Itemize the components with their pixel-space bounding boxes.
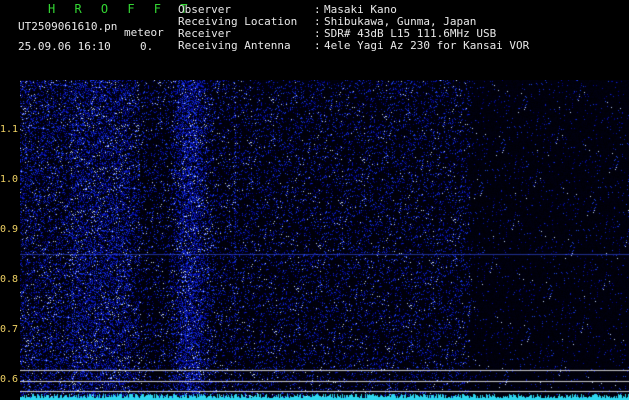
y-tick-label: 0.8 xyxy=(0,274,19,285)
y-tick-label: 1.0 xyxy=(0,174,19,185)
timestamp: 25.09.06 16:10 xyxy=(18,40,111,53)
meta-value: 4ele Yagi Az 230 for Kansai VOR xyxy=(324,39,530,52)
y-tick-label: 0.9 xyxy=(0,224,19,235)
spectrogram-plot[interactable] xyxy=(20,80,629,400)
y-axis: 1.1 1.0 0.9 0.8 0.7 0.6 xyxy=(0,80,20,400)
event-counter: 0. xyxy=(140,40,154,53)
y-tick-label: 0.7 xyxy=(0,324,19,335)
app-title: H R O F F T xyxy=(48,2,194,16)
meta-key: Receiving Antenna xyxy=(178,39,291,52)
header: H R O F F T UT2509061610.pn meteor 25.09… xyxy=(0,0,629,78)
meta-separator: : xyxy=(314,39,321,52)
meta-row-antenna: Receiving Antenna:4ele Yagi Az 230 for K… xyxy=(178,40,529,52)
spectrogram-canvas[interactable] xyxy=(20,80,629,400)
event-tag: meteor xyxy=(124,26,164,39)
y-tick-label: 0.6 xyxy=(0,374,19,385)
metadata-block: Observer: Masaki Kano Receiving Location:… xyxy=(178,4,529,52)
filename: UT2509061610.pn xyxy=(18,20,118,33)
y-tick-label: 1.1 xyxy=(0,124,19,135)
